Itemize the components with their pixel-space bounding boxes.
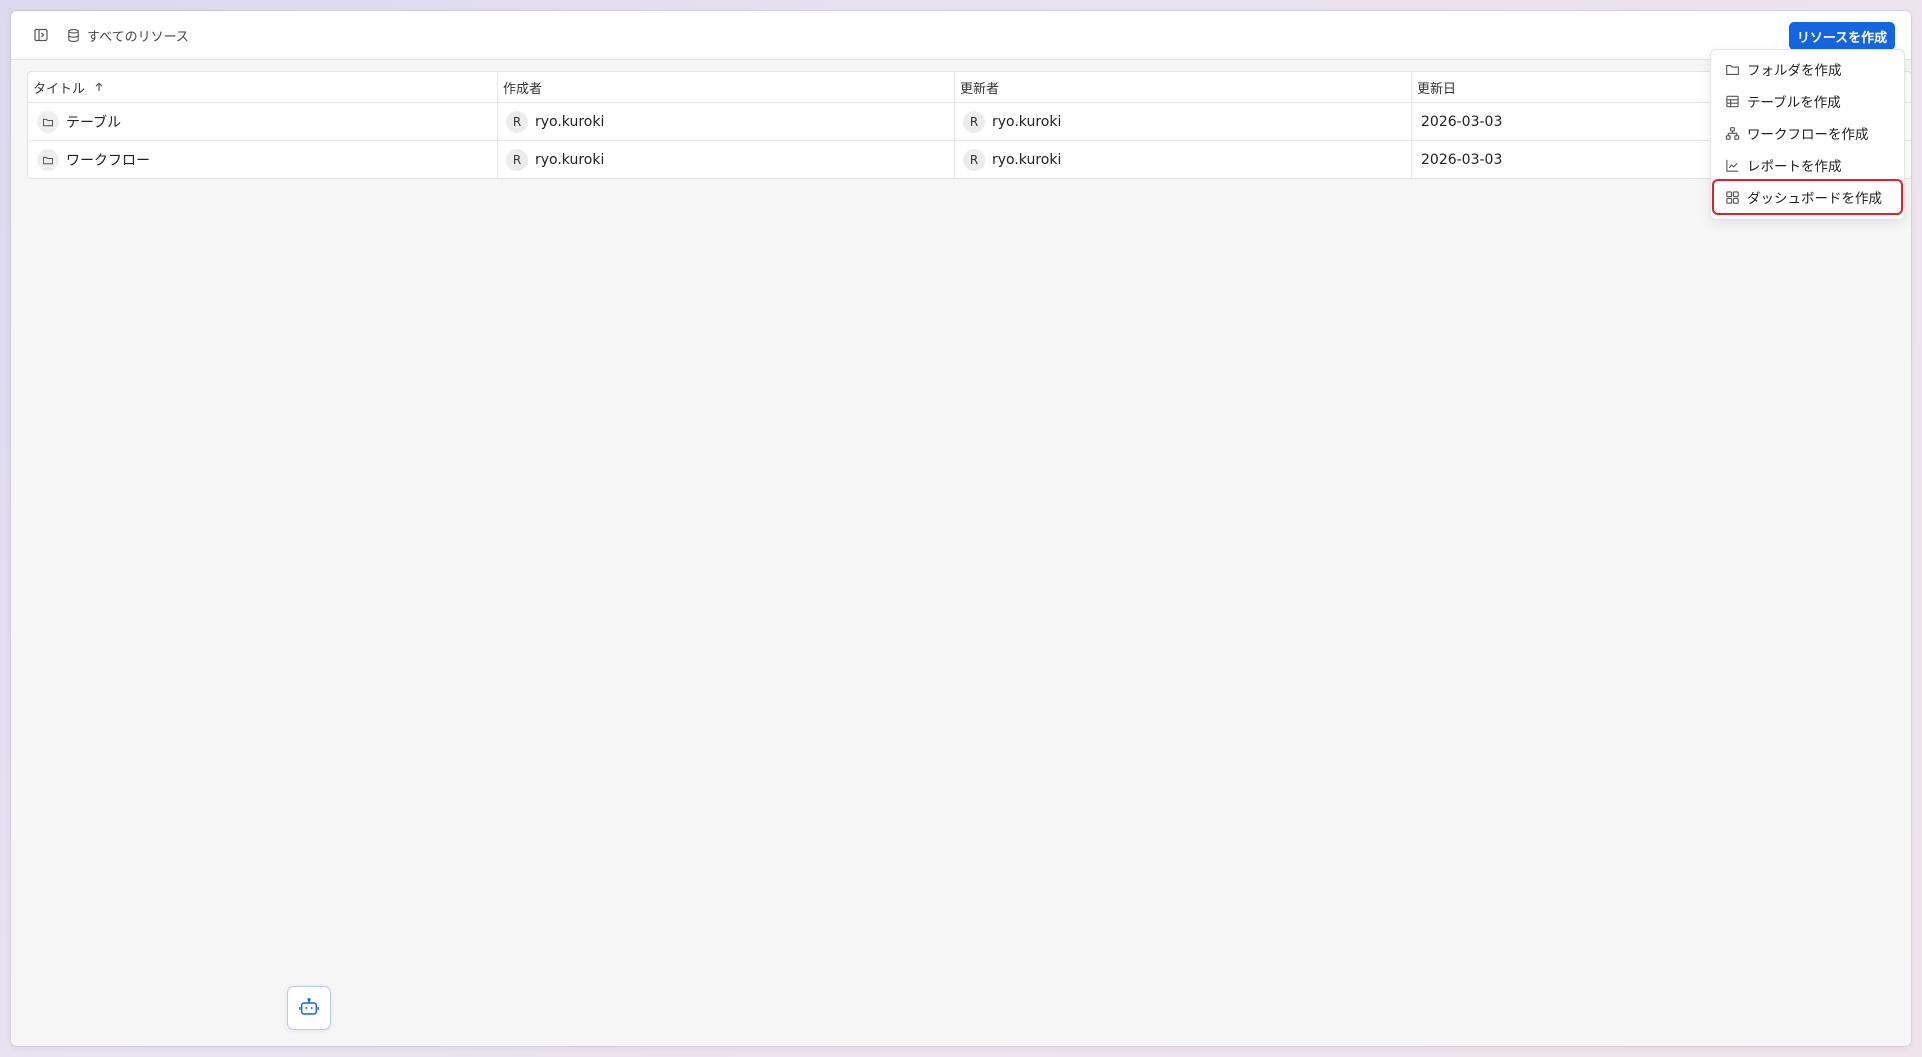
breadcrumb-label: すべてのリソース	[87, 29, 189, 45]
header-bar: すべてのリソース リソースを作成	[11, 11, 1911, 60]
column-header-creator[interactable]: 作成者	[498, 72, 955, 102]
avatar: R	[963, 110, 985, 133]
menu-item-create-report[interactable]: レポートを作成	[1714, 149, 1901, 181]
menu-item-create-table[interactable]: テーブルを作成	[1714, 85, 1901, 117]
dashboard-icon	[1724, 189, 1740, 205]
ai-assistant-button[interactable]	[287, 986, 331, 1030]
avatar: R	[506, 110, 528, 133]
updater-name: ryo.kuroki	[992, 151, 1062, 168]
workflow-icon	[1724, 125, 1740, 141]
app-window: すべてのリソース リソースを作成 タイトル 作成者 更新者 更新日 テーブル R…	[11, 11, 1911, 1046]
sidebar-toggle-button[interactable]	[31, 25, 51, 45]
creator-name: ryo.kuroki	[535, 113, 605, 130]
database-icon	[68, 28, 79, 42]
breadcrumb[interactable]: すべてのリソース	[66, 25, 189, 45]
resource-title[interactable]: テーブル	[66, 112, 121, 132]
folder-icon	[1724, 61, 1740, 77]
updated-date: 2026-03-03	[1421, 113, 1503, 130]
updated-date: 2026-03-03	[1421, 151, 1503, 168]
creator-cell: R ryo.kuroki	[498, 141, 955, 178]
menu-item-create-folder[interactable]: フォルダを作成	[1714, 53, 1901, 85]
table-icon	[1724, 93, 1740, 109]
creator-name: ryo.kuroki	[535, 151, 605, 168]
menu-item-create-workflow[interactable]: ワークフローを作成	[1714, 117, 1901, 149]
column-header-updater[interactable]: 更新者	[955, 72, 1412, 102]
updater-name: ryo.kuroki	[992, 113, 1062, 130]
resource-table: タイトル 作成者 更新者 更新日 テーブル R ryo.kuroki R ryo…	[27, 71, 1911, 179]
sidebar-toggle-icon	[34, 28, 48, 42]
menu-item-create-dashboard[interactable]: ダッシュボードを作成	[1712, 179, 1903, 215]
robot-icon	[299, 998, 319, 1015]
column-header-title[interactable]: タイトル	[28, 72, 498, 102]
resource-title[interactable]: ワークフロー	[66, 150, 150, 170]
sort-ascending-icon[interactable]	[93, 81, 105, 93]
updater-cell: R ryo.kuroki	[955, 103, 1412, 140]
table-row[interactable]: ワークフロー R ryo.kuroki R ryo.kuroki 2026-03…	[28, 141, 1911, 178]
chart-icon	[1724, 157, 1740, 173]
updater-cell: R ryo.kuroki	[955, 141, 1412, 178]
title-cell[interactable]: ワークフロー	[28, 141, 498, 178]
create-resource-menu: フォルダを作成 テーブルを作成 ワークフローを作成 レポートを作成 ダッシュボー…	[1710, 49, 1905, 220]
title-cell[interactable]: テーブル	[28, 103, 498, 140]
table-header-row: タイトル 作成者 更新者 更新日	[28, 72, 1911, 103]
avatar: R	[963, 148, 985, 171]
create-resource-button[interactable]: リソースを作成	[1789, 22, 1895, 50]
creator-cell: R ryo.kuroki	[498, 103, 955, 140]
table-row[interactable]: テーブル R ryo.kuroki R ryo.kuroki 2026-03-0…	[28, 103, 1911, 141]
avatar: R	[506, 148, 528, 171]
folder-icon	[37, 110, 59, 133]
folder-icon	[37, 148, 59, 171]
